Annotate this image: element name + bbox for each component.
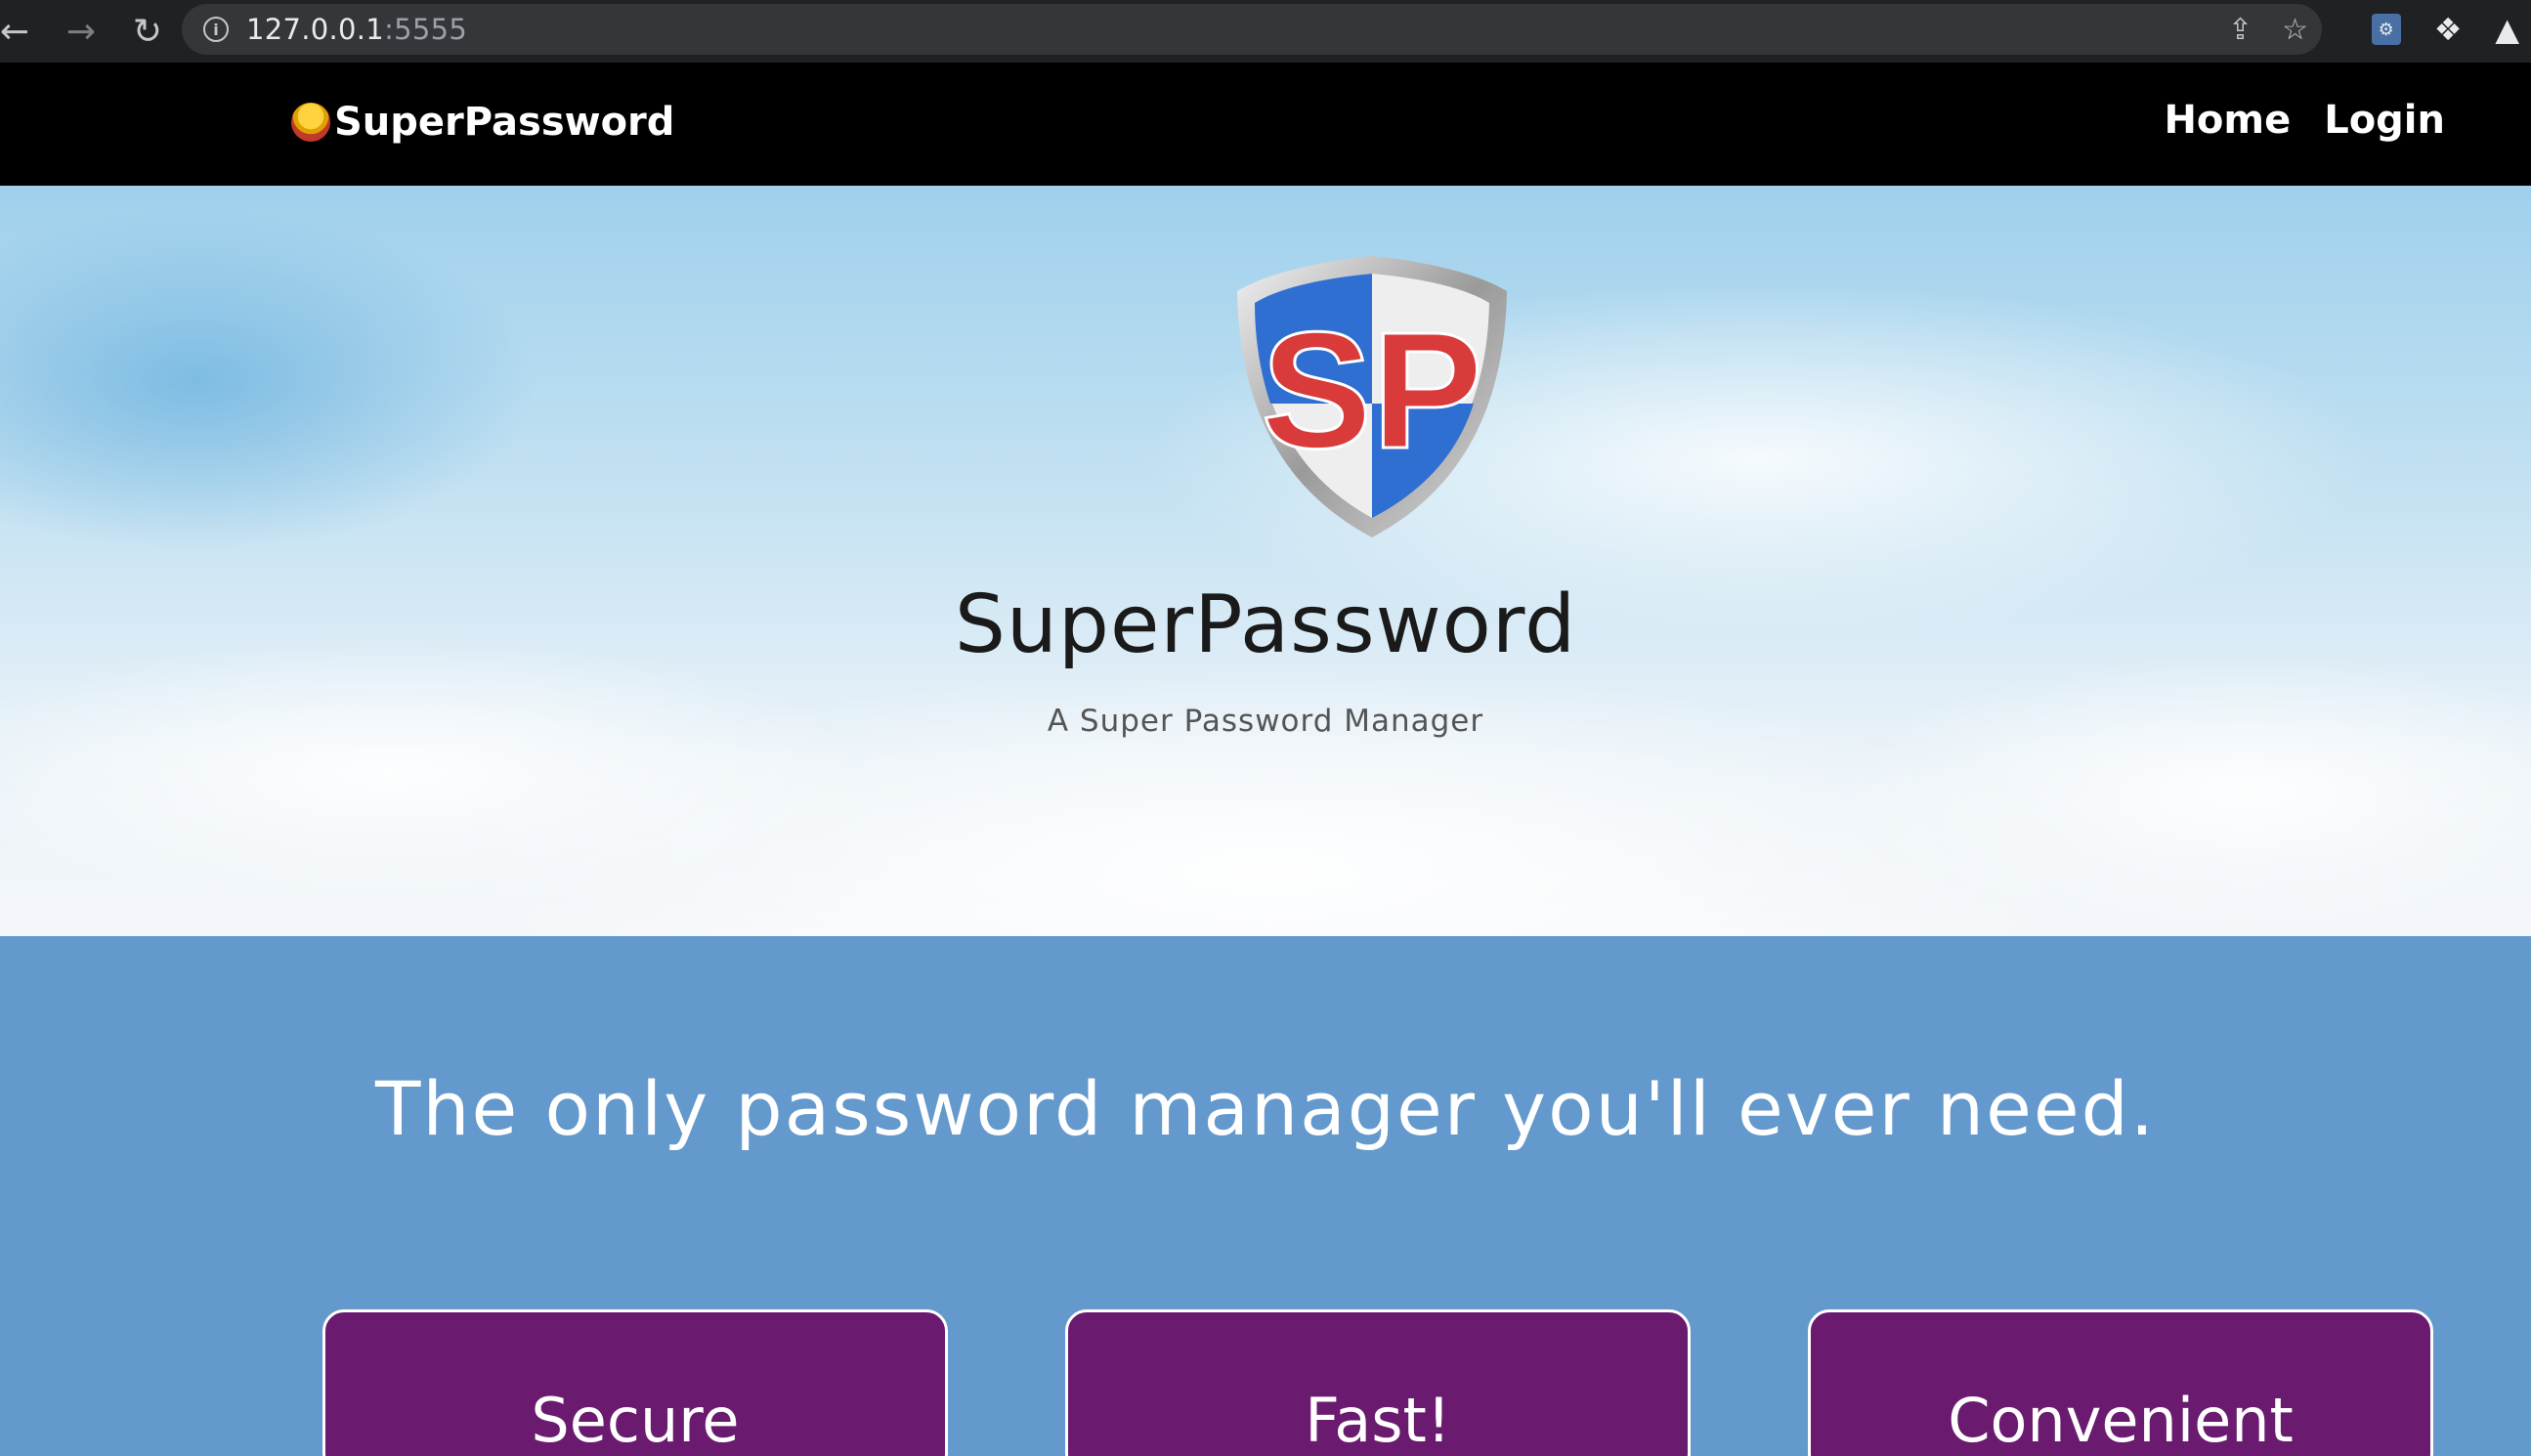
shield-logo-icon: SP — [1237, 256, 1507, 537]
feature-card-label: Secure — [531, 1385, 740, 1456]
superhero-icon — [291, 103, 330, 142]
hero-title: SuperPassword — [954, 578, 1577, 671]
reload-icon[interactable]: ↻ — [121, 5, 174, 58]
back-icon[interactable]: ← — [0, 5, 41, 58]
url-port: :5555 — [384, 13, 468, 46]
extension-icon[interactable]: ⚙ — [2371, 14, 2401, 45]
feature-card-label: Fast! — [1305, 1385, 1451, 1456]
features-tagline: The only password manager you'll ever ne… — [374, 1065, 2157, 1152]
brand-name: SuperPassword — [334, 100, 675, 145]
address-url[interactable]: 127.0.0.1:5555 — [246, 13, 467, 46]
brand-link[interactable]: SuperPassword — [291, 100, 674, 145]
address-bar[interactable]: i 127.0.0.1:5555 ⇪ ☆ — [182, 4, 2322, 55]
nav-home-link[interactable]: Home — [2164, 98, 2291, 143]
feature-card-convenient: Convenient — [1808, 1309, 2433, 1456]
feature-card-label: Convenient — [1948, 1385, 2294, 1456]
nav-links: Home Login — [2164, 98, 2445, 143]
site-navbar: SuperPassword Home Login — [0, 63, 2531, 186]
share-icon[interactable]: ⇪ — [2228, 13, 2252, 47]
labs-flask-icon[interactable]: ▲ — [2495, 11, 2519, 48]
browser-toolbar: ← → ↻ i 127.0.0.1:5555 ⇪ ☆ ⚙ ❖ ▲ — [0, 0, 2531, 63]
hero-subtitle: A Super Password Manager — [1047, 704, 1484, 739]
hero-banner: SP SuperPassword A Super Password Manage… — [0, 186, 2531, 936]
forward-icon[interactable]: → — [55, 5, 107, 58]
feature-card-fast: Fast! — [1065, 1309, 1691, 1456]
info-icon[interactable]: i — [203, 17, 229, 42]
logo-letters: SP — [1262, 298, 1483, 484]
feature-card-secure: Secure — [322, 1309, 948, 1456]
puzzle-icon[interactable]: ❖ — [2434, 11, 2463, 48]
nav-login-link[interactable]: Login — [2324, 98, 2445, 143]
bookmark-star-icon[interactable]: ☆ — [2282, 13, 2308, 47]
url-host: 127.0.0.1 — [246, 13, 385, 46]
